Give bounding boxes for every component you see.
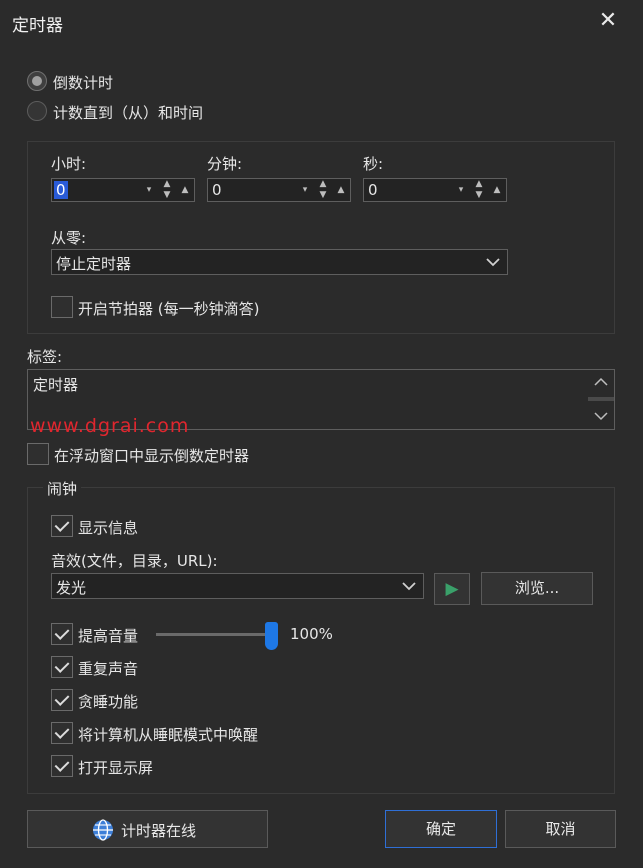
- floating-window-label[interactable]: 在浮动窗口中显示倒数定时器: [54, 445, 249, 466]
- volume-slider-thumb[interactable]: [265, 622, 278, 650]
- hours-input[interactable]: 0 ▾ ▲ ▼ ▲: [51, 178, 195, 202]
- metronome-label[interactable]: 开启节拍器 (每一秒钟滴答): [78, 298, 259, 319]
- spin-up-down-icon[interactable]: ▲ ▼: [472, 179, 486, 201]
- close-icon[interactable]: ✕: [596, 9, 620, 33]
- spin-up-down-icon[interactable]: ▲ ▼: [316, 179, 330, 201]
- display-on-checkbox[interactable]: [51, 755, 73, 777]
- watermark: www.dgrai.com: [30, 415, 190, 437]
- radio-countup-label[interactable]: 计数直到（从）和时间: [53, 102, 203, 123]
- sound-select[interactable]: 发光: [51, 573, 424, 599]
- from-zero-value: 停止定时器: [56, 255, 132, 273]
- scroll-up-icon[interactable]: [593, 376, 609, 388]
- seconds-value: 0: [368, 181, 378, 199]
- max-arrow-icon[interactable]: ▲: [334, 179, 348, 201]
- window-title: 定时器: [12, 16, 63, 36]
- volume-checkbox[interactable]: [51, 623, 73, 645]
- ok-button[interactable]: 确定: [385, 810, 497, 848]
- snooze-label[interactable]: 贪睡功能: [78, 691, 138, 712]
- play-icon: ▶: [445, 579, 459, 599]
- snooze-checkbox[interactable]: [51, 689, 73, 711]
- sound-value: 发光: [56, 579, 87, 597]
- sound-label: 音效(文件，目录，URL):: [51, 552, 218, 570]
- spin-up-down-icon[interactable]: ▲ ▼: [160, 179, 174, 201]
- seconds-label: 秒:: [363, 155, 384, 173]
- volume-value: 100%: [290, 625, 333, 643]
- tag-label: 标签:: [27, 348, 63, 366]
- dropdown-arrow-icon[interactable]: ▾: [142, 179, 156, 201]
- alarm-group-label: 闹钟: [43, 478, 82, 499]
- floating-window-checkbox[interactable]: [27, 443, 49, 465]
- title-bar: [0, 0, 643, 44]
- max-arrow-icon[interactable]: ▲: [490, 179, 504, 201]
- display-on-label[interactable]: 打开显示屏: [78, 757, 153, 778]
- play-button[interactable]: ▶: [434, 573, 470, 605]
- radio-countdown-label[interactable]: 倒数计时: [53, 72, 113, 93]
- max-arrow-icon[interactable]: ▲: [178, 179, 192, 201]
- timer-online-label: 计时器在线: [121, 822, 197, 840]
- from-zero-select[interactable]: 停止定时器: [51, 249, 508, 275]
- cancel-button[interactable]: 取消: [505, 810, 616, 848]
- hours-value: 0: [54, 181, 68, 199]
- repeat-label[interactable]: 重复声音: [78, 658, 138, 679]
- volume-label[interactable]: 提高音量: [78, 625, 138, 646]
- radio-countup[interactable]: [27, 101, 47, 121]
- dropdown-arrow-icon[interactable]: ▾: [454, 179, 468, 201]
- chevron-down-icon: [486, 258, 500, 267]
- dropdown-arrow-icon[interactable]: ▾: [298, 179, 312, 201]
- radio-countdown[interactable]: [27, 71, 47, 91]
- tag-value: 定时器: [33, 376, 79, 394]
- wake-label[interactable]: 将计算机从睡眠模式中唤醒: [78, 724, 258, 745]
- repeat-checkbox[interactable]: [51, 656, 73, 678]
- scroll-down-icon[interactable]: [593, 410, 609, 422]
- chevron-down-icon: [402, 582, 416, 591]
- scrollbar-thumb[interactable]: [588, 397, 614, 401]
- minutes-value: 0: [212, 181, 222, 199]
- hours-label: 小时:: [51, 155, 87, 173]
- wake-checkbox[interactable]: [51, 722, 73, 744]
- globe-icon: [93, 819, 113, 841]
- show-message-label[interactable]: 显示信息: [78, 517, 138, 538]
- minutes-input[interactable]: 0 ▾ ▲ ▼ ▲: [207, 178, 351, 202]
- volume-slider-track[interactable]: [156, 633, 274, 636]
- seconds-input[interactable]: 0 ▾ ▲ ▼ ▲: [363, 178, 507, 202]
- timer-online-button[interactable]: 计时器在线: [27, 810, 268, 848]
- show-message-checkbox[interactable]: [51, 515, 73, 537]
- minutes-label: 分钟:: [207, 155, 243, 173]
- from-zero-label: 从零:: [51, 229, 87, 247]
- browse-button[interactable]: 浏览...: [481, 572, 593, 605]
- metronome-checkbox[interactable]: [51, 296, 73, 318]
